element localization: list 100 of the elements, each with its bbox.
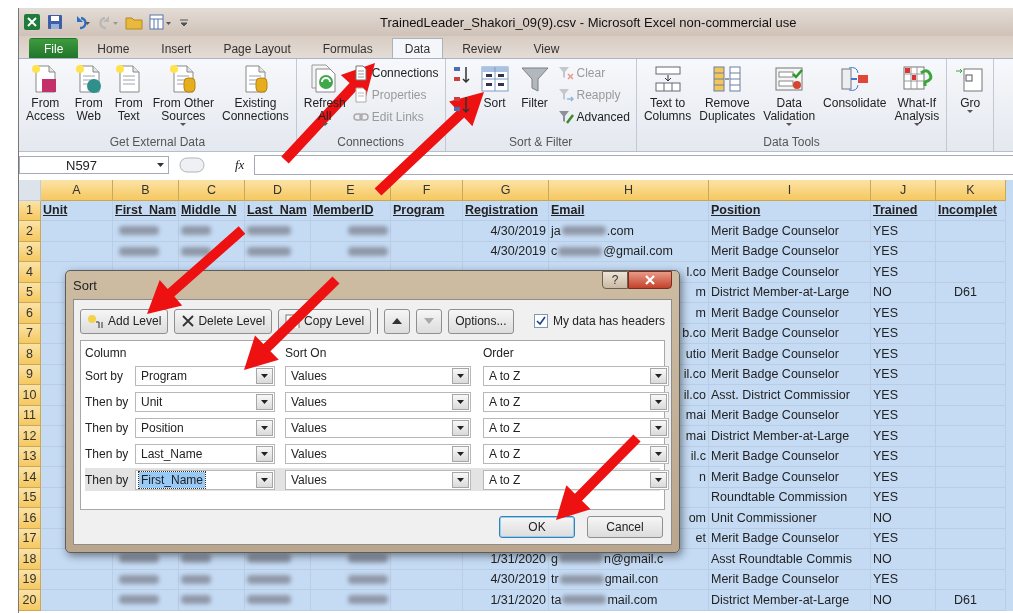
ribbon-button[interactable]: From Web (69, 61, 108, 125)
row-header[interactable]: 10 (19, 385, 41, 406)
cell-text: District Member-at-Large (711, 428, 850, 443)
ribbon-button[interactable]: Gro (951, 61, 990, 117)
row-header[interactable]: 8 (19, 344, 41, 365)
row-header[interactable]: 14 (19, 467, 41, 488)
dropdown-field[interactable]: Values (285, 443, 471, 464)
dropdown-field[interactable]: Unit (135, 391, 275, 412)
row-header[interactable]: 6 (19, 303, 41, 324)
column-header[interactable]: I (709, 180, 871, 201)
dropdown-field[interactable]: Values (285, 417, 471, 438)
dropdown-field[interactable]: A to Z (483, 469, 669, 490)
column-header[interactable]: J (871, 180, 936, 201)
column-header[interactable]: C (179, 180, 245, 201)
row-header[interactable]: 1 (19, 200, 41, 221)
row-header[interactable]: 11 (19, 405, 41, 426)
cell-text: NO (873, 592, 892, 607)
cell-text: Merit Badge Counselor (711, 305, 839, 320)
cell-text: Trained (873, 203, 918, 218)
dialog-button[interactable]: Cancel (587, 516, 663, 538)
row-header[interactable]: 4 (19, 262, 41, 283)
ribbon-button[interactable]: From Text (109, 61, 148, 125)
group-label: Get External Data (108, 135, 207, 151)
function-label[interactable]: fx (235, 157, 245, 173)
cell-text: mai (685, 428, 706, 443)
name-box[interactable]: N597 (19, 156, 169, 174)
row-header[interactable]: 5 (19, 282, 41, 303)
ribbon-tab[interactable]: File (29, 38, 79, 58)
name-box-text: N597 (66, 157, 98, 173)
ribbon-button[interactable]: Remove Duplicates (696, 61, 759, 125)
dropdown-field[interactable]: First_Name (135, 469, 275, 490)
dropdown-field[interactable]: A to Z (483, 365, 669, 386)
cell-text: Email (551, 203, 585, 218)
ribbon-tab[interactable]: Insert (148, 38, 205, 58)
level-label: Then by (85, 420, 130, 435)
dropdown-field[interactable]: Values (285, 391, 471, 412)
cell-text: NO (873, 285, 892, 300)
row-header[interactable]: 16 (19, 508, 41, 529)
dropdown-field[interactable]: Values (285, 365, 471, 386)
ribbon-tab[interactable]: Page Layout (210, 38, 304, 58)
cell-text: il.co (683, 387, 706, 402)
cell-text: MemberID (313, 203, 374, 218)
cell-text: et (695, 531, 706, 546)
dropdown-field[interactable]: Position (135, 417, 275, 438)
ribbon-tab[interactable]: Home (84, 38, 143, 58)
cell-text: om (688, 510, 706, 525)
cell-text: Program (393, 203, 445, 218)
row-header[interactable]: 2 (19, 221, 41, 242)
row-header[interactable]: 3 (19, 241, 41, 262)
cell-text: YES (873, 531, 898, 546)
column-header[interactable]: B (113, 180, 179, 201)
row-header[interactable]: 17 (19, 528, 41, 549)
cell-text: 4/30/2019 (490, 572, 546, 587)
dropdown-field[interactable]: Last_Name (135, 443, 275, 464)
ribbon-button[interactable]: Advanced (555, 107, 632, 127)
dropdown-field[interactable]: A to Z (483, 391, 669, 412)
cell-text: Merit Badge Counselor (711, 449, 839, 464)
cell-text: YES (873, 408, 898, 423)
ribbon-button[interactable]: Filter (515, 61, 554, 112)
dropdown-field[interactable]: Values (285, 469, 471, 490)
column-header[interactable]: K (936, 180, 1006, 201)
row-header[interactable]: 15 (19, 487, 41, 508)
column-header[interactable]: G (463, 180, 549, 201)
dropdown-field[interactable]: A to Z (483, 417, 669, 438)
group-label: Data Tools (762, 135, 821, 151)
ribbon-button[interactable]: Connections (350, 63, 441, 83)
row-header[interactable]: 7 (19, 323, 41, 344)
column-header[interactable]: H (549, 180, 709, 201)
column-header[interactable]: A (41, 180, 113, 201)
toolbar-button[interactable]: Options... (448, 308, 514, 334)
ribbon-tab[interactable]: Review (449, 38, 515, 58)
column-header[interactable]: F (391, 180, 463, 201)
help-button[interactable]: ? (602, 271, 628, 289)
ribbon-button[interactable]: From Access (23, 61, 68, 125)
ribbon-tab[interactable]: Formulas (309, 38, 386, 58)
checkbox-label: My data has headers (552, 314, 665, 328)
dialog-button[interactable]: OK (499, 516, 575, 538)
cell-text: Unit Commissioner (711, 510, 817, 525)
toolbar-button[interactable]: Add Level (80, 308, 169, 334)
ribbon-button[interactable]: Data Validation (760, 61, 819, 130)
ribbon-tab[interactable]: Data (391, 38, 444, 58)
ribbon-button[interactable]: Existing Connections (219, 61, 292, 125)
dropdown-field[interactable]: A to Z (483, 443, 669, 464)
ribbon-button[interactable]: Text to Columns (640, 61, 695, 125)
row-header[interactable]: 12 (19, 426, 41, 447)
cell-text: Position (711, 203, 761, 218)
column-header[interactable]: E (311, 180, 391, 201)
row-header[interactable]: 20 (19, 590, 41, 611)
row-header[interactable]: 19 (19, 569, 41, 590)
ribbon-button[interactable]: What-If Analysis (891, 61, 943, 130)
cell-text: @gmail.com (603, 244, 673, 259)
ribbon-button[interactable]: Consolidate (820, 61, 890, 112)
row-header[interactable]: 13 (19, 446, 41, 467)
row-header[interactable]: 9 (19, 364, 41, 385)
dropdown-field[interactable]: Program (135, 365, 275, 386)
toolbar-button[interactable]: Delete Level (174, 308, 273, 334)
ribbon-button[interactable]: From Other Sources (149, 61, 218, 130)
row-header[interactable]: 18 (19, 549, 41, 570)
column-header[interactable]: D (245, 180, 311, 201)
ribbon-tab[interactable]: View (520, 38, 573, 58)
